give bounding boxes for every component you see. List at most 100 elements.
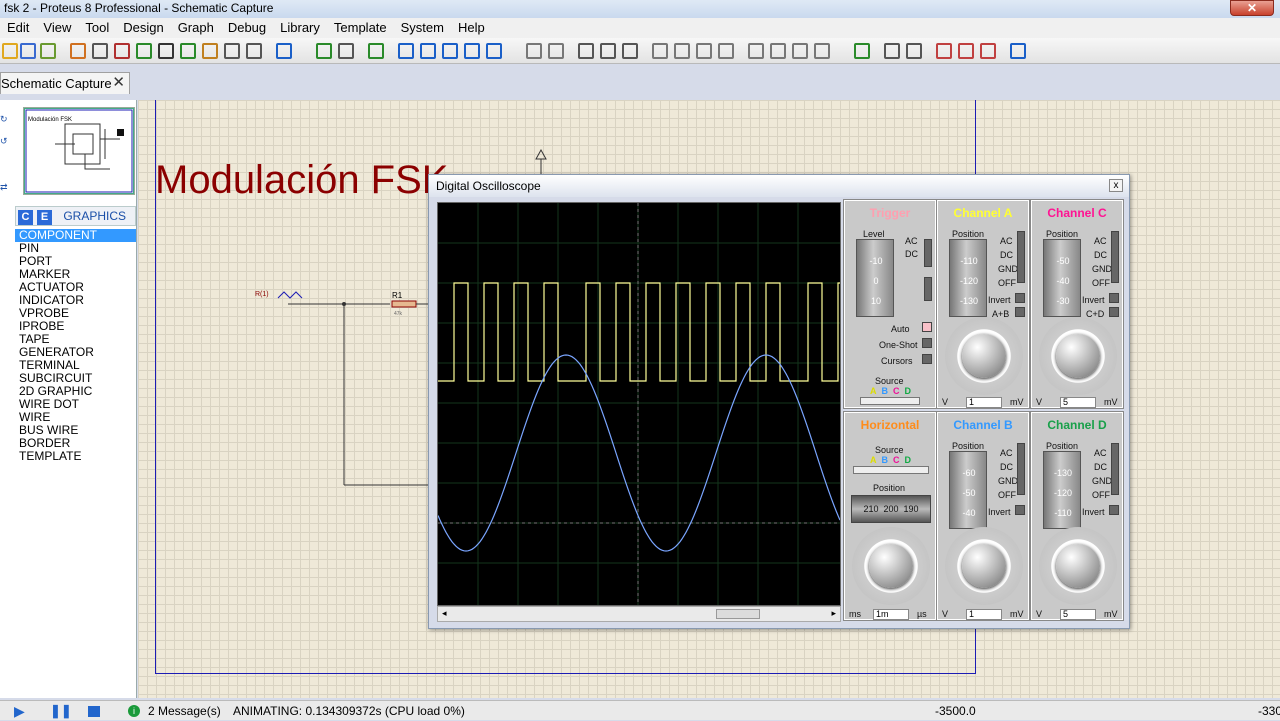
tab-schematic-capture[interactable]: Schematic Capture ✕ (0, 72, 130, 94)
menu-view[interactable]: View (36, 18, 78, 38)
volts-per-div-knob[interactable] (1039, 527, 1117, 605)
mirror-h-icon[interactable]: ⇄ (0, 182, 10, 194)
remove-sheet-icon[interactable] (958, 43, 974, 59)
volts-value[interactable]: 5 (1060, 609, 1096, 620)
block-move-icon[interactable] (674, 43, 690, 59)
menu-debug[interactable]: Debug (221, 18, 273, 38)
block-delete-icon[interactable] (718, 43, 734, 59)
block-copy-icon[interactable] (652, 43, 668, 59)
cut-icon[interactable] (578, 43, 594, 59)
pcb-icon[interactable] (202, 43, 218, 59)
menu-library[interactable]: Library (273, 18, 327, 38)
volts-value[interactable]: 1 (966, 397, 1002, 408)
edit-mode-button[interactable]: E (37, 210, 52, 225)
coupling-switch[interactable] (1017, 443, 1025, 495)
pan-icon[interactable] (398, 43, 414, 59)
play-icon[interactable]: ▶ (14, 701, 25, 721)
trigger-auto-checkbox[interactable] (922, 322, 932, 332)
tab-close-icon[interactable]: ✕ (112, 75, 125, 91)
make-device-icon[interactable] (770, 43, 786, 59)
volts-value[interactable]: 1 (966, 609, 1002, 620)
timebase-knob[interactable] (852, 527, 930, 605)
decompose-icon[interactable] (814, 43, 830, 59)
scroll-left-icon[interactable]: ◂ (442, 608, 447, 619)
invert-checkbox[interactable] (1109, 293, 1119, 303)
pick-icon[interactable] (748, 43, 764, 59)
menu-graph[interactable]: Graph (171, 18, 221, 38)
redo-icon[interactable] (548, 43, 564, 59)
timebase-value[interactable]: 1m (873, 609, 909, 620)
doc-icon[interactable] (224, 43, 240, 59)
horizontal-position-wheel[interactable]: 210 200 190 (851, 495, 931, 523)
trigger-source-slider[interactable] (860, 397, 920, 405)
horizontal-source-slider[interactable] (853, 466, 929, 474)
channel-c-position-slider[interactable]: -50 -40 -30 (1043, 239, 1081, 317)
menu-system[interactable]: System (394, 18, 451, 38)
invert-checkbox[interactable] (1015, 293, 1025, 303)
help-icon[interactable] (276, 43, 292, 59)
property-icon[interactable] (906, 43, 922, 59)
zoom-out-icon[interactable] (442, 43, 458, 59)
origin-icon[interactable] (368, 43, 384, 59)
zoom-in-icon[interactable] (420, 43, 436, 59)
channel-d-position-slider[interactable]: -130 -120 -110 (1043, 451, 1081, 529)
erc-icon[interactable] (1010, 43, 1026, 59)
messages-count[interactable]: 2 Message(s) (148, 701, 221, 721)
graphics-item[interactable]: TEMPLATE (15, 450, 136, 463)
zoom-all-icon[interactable] (464, 43, 480, 59)
scope-close-button[interactable]: x (1109, 179, 1123, 192)
package-icon[interactable] (792, 43, 808, 59)
pause-icon[interactable]: ❚❚ (50, 701, 72, 721)
netlist-icon[interactable] (136, 43, 152, 59)
coupling-switch[interactable] (1017, 231, 1025, 283)
rotate-ccw-icon[interactable]: ↺ (0, 136, 10, 148)
refresh-icon[interactable] (316, 43, 332, 59)
trigger-level-slider[interactable]: -10 0 10 (856, 239, 894, 317)
coupling-switch[interactable] (1111, 231, 1119, 283)
import-icon[interactable] (40, 43, 56, 59)
undo-icon[interactable] (526, 43, 542, 59)
trigger-edge-switch[interactable] (924, 277, 932, 301)
combine-checkbox[interactable] (1015, 307, 1025, 317)
volts-per-div-knob[interactable] (945, 527, 1023, 605)
menu-edit[interactable]: Edit (0, 18, 36, 38)
component-icon[interactable] (92, 43, 108, 59)
volts-value[interactable]: 5 (1060, 397, 1096, 408)
channel-b-position-slider[interactable]: -60 -50 -40 (949, 451, 987, 529)
component-mode-button[interactable]: C (18, 210, 33, 225)
menu-design[interactable]: Design (116, 18, 170, 38)
scroll-thumb[interactable] (716, 609, 760, 619)
scope-horizontal-scrollbar[interactable]: ◂ ▸ (437, 606, 841, 622)
rotate-cw-icon[interactable]: ↻ (0, 114, 10, 126)
combine-checkbox[interactable] (1109, 307, 1119, 317)
save-icon[interactable] (20, 43, 36, 59)
menu-help[interactable]: Help (451, 18, 492, 38)
trigger-coupling-switch[interactable] (924, 239, 932, 267)
digital-oscilloscope-window[interactable]: Digital Oscilloscope x ◂ ▸ Trigger Level… (428, 174, 1130, 629)
trigger-cursors-checkbox[interactable] (922, 354, 932, 364)
block-rotate-icon[interactable] (696, 43, 712, 59)
scope-title-bar[interactable]: Digital Oscilloscope x (429, 175, 1129, 197)
home-icon[interactable] (70, 43, 86, 59)
notes-icon[interactable] (246, 43, 262, 59)
paste-icon[interactable] (622, 43, 638, 59)
grid-icon[interactable] (338, 43, 354, 59)
chip-icon[interactable] (114, 43, 130, 59)
zoom-area-icon[interactable] (486, 43, 502, 59)
invert-checkbox[interactable] (1109, 505, 1119, 515)
trigger-oneshot-checkbox[interactable] (922, 338, 932, 348)
menu-template[interactable]: Template (327, 18, 394, 38)
coupling-switch[interactable] (1111, 443, 1119, 495)
folder-icon[interactable] (2, 43, 18, 59)
volts-per-div-knob[interactable] (1039, 317, 1117, 395)
wire-autoroute-icon[interactable] (854, 43, 870, 59)
channel-a-position-slider[interactable]: -110 -120 -130 (949, 239, 987, 317)
exit-sheet-icon[interactable] (980, 43, 996, 59)
stop-icon[interactable] (88, 706, 100, 717)
overview-window[interactable]: Modulación FSK (23, 107, 135, 195)
search-icon[interactable] (884, 43, 900, 59)
copy-icon[interactable] (600, 43, 616, 59)
new-sheet-icon[interactable] (936, 43, 952, 59)
bom-icon[interactable] (158, 43, 174, 59)
invert-checkbox[interactable] (1015, 505, 1025, 515)
